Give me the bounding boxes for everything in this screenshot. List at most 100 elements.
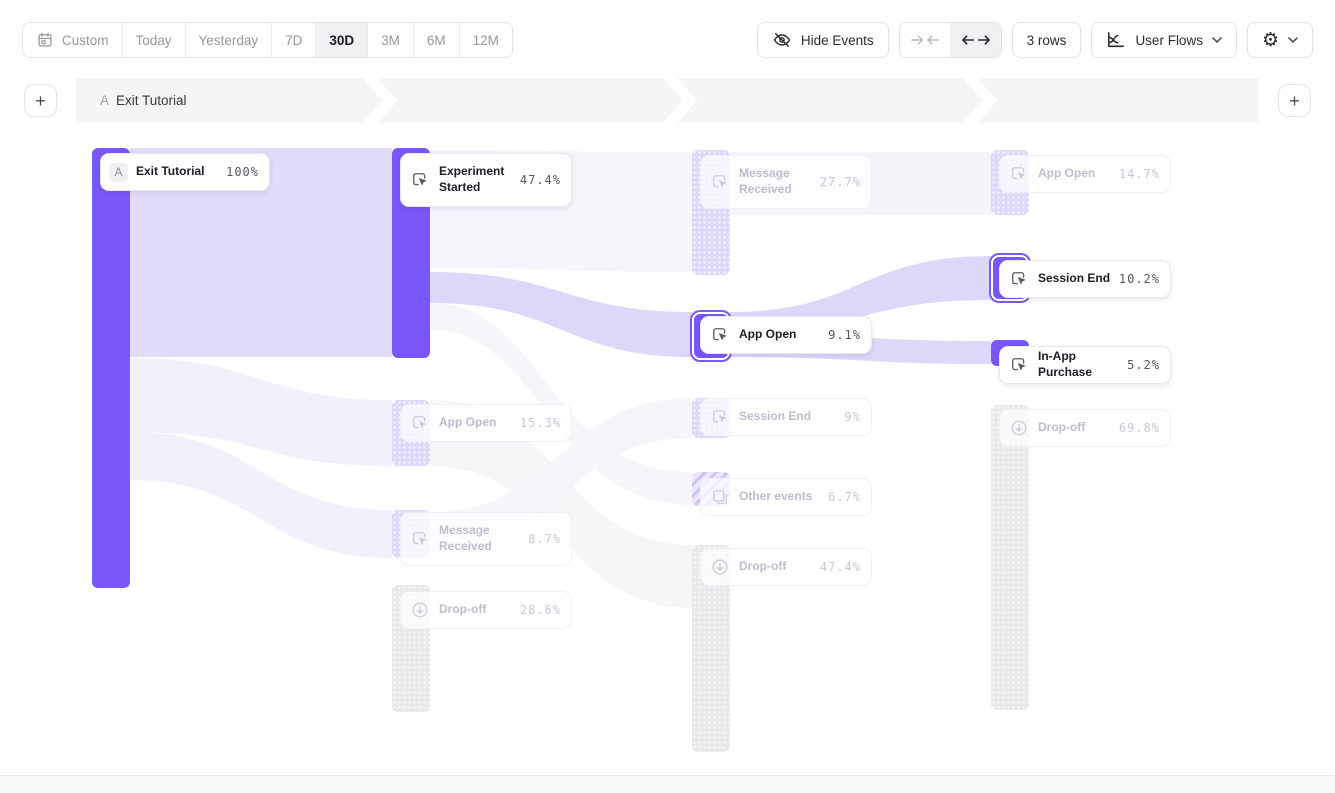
date-preset-6m[interactable]: 6M [414,23,460,57]
node-card-other-events-col3[interactable]: Other events 6.7% [700,478,872,516]
calendar-icon [36,31,54,49]
date-preset-label: Yesterday [199,33,259,48]
node-label: Experiment Started [439,164,512,195]
arrows-outward-icon [961,33,991,47]
node-label: Other events [739,489,820,505]
drop-off-icon [409,599,431,621]
footer-bar [0,775,1335,793]
node-percentage: 100% [226,165,259,179]
event-icon [709,171,731,193]
node-label: Session End [1038,271,1111,287]
date-preset-label: 7D [285,33,302,48]
chevron-down-icon [1212,37,1222,43]
node-label: Drop-off [739,559,812,575]
event-icon [409,412,431,434]
date-range-picker: Custom Today Yesterday 7D 30D 3M 6M 12M [22,22,513,58]
node-card-message-received-col3[interactable]: Message Received27.7% [700,155,872,209]
step-prefix: A [100,93,109,108]
node-percentage: 27.7% [820,175,861,189]
node-card-app-open-col4[interactable]: App Open 14.7% [999,155,1171,193]
toolbar: Custom Today Yesterday 7D 30D 3M 6M 12M Hide Ev… [22,22,1313,58]
event-icon [1008,163,1030,185]
add-step-left-button[interactable]: + [24,84,57,117]
event-icon [409,528,431,550]
node-card-drop-off-col4[interactable]: Drop-off 69.8% [999,409,1171,447]
flow-experiment-started-to-app-open[interactable] [430,272,692,357]
hide-events-button[interactable]: Hide Events [757,22,889,58]
add-step-right-button[interactable]: + [1278,84,1311,117]
node-label: App Open [439,415,512,431]
node-percentage: 8.7% [528,532,561,546]
node-label: Exit Tutorial [136,164,218,180]
collapse-columns-button[interactable] [900,23,951,57]
settings-button[interactable]: ⚙ [1247,22,1313,58]
toolbar-right: Hide Events [757,22,1313,58]
step-a-badge: A [109,163,128,182]
date-preset-label: Today [136,33,172,48]
expand-columns-button[interactable] [951,23,1001,57]
event-icon [1008,268,1030,290]
node-label: App Open [739,327,820,343]
date-preset-yesterday[interactable]: Yesterday [186,23,273,57]
node-percentage: 47.4% [820,560,861,574]
flow-step-separator-icon [362,78,402,123]
drop-off-icon [1008,417,1030,439]
node-card-session-end-col4[interactable]: Session End10.2% [999,260,1171,298]
node-bar-exit-tutorial-col1[interactable] [92,148,130,588]
date-preset-12m[interactable]: 12M [460,23,512,57]
rows-label: 3 rows [1027,33,1067,48]
date-preset-label: 6M [427,33,446,48]
node-label: Session End [739,409,837,425]
node-percentage: 69.8% [1119,421,1160,435]
date-preset-custom[interactable]: Custom [23,23,123,57]
node-card-drop-off-col3[interactable]: Drop-off 47.4% [700,548,872,586]
node-percentage: 14.7% [1119,167,1160,181]
view-selector-button[interactable]: User Flows [1091,22,1237,58]
node-label: App Open [1038,166,1111,182]
user-flows-app: A Exit Tutorial 100% Experiment Started 47.4… [0,0,1335,793]
node-card-app-open-col2[interactable]: App Open15.3% [400,404,572,442]
node-card-message-received-col2[interactable]: Message Received8.7% [400,512,572,566]
gear-icon: ⚙ [1262,31,1279,50]
hide-events-label: Hide Events [801,33,874,48]
flow-step-a-label: A Exit Tutorial [100,78,187,123]
step-name: Exit Tutorial [116,93,187,108]
event-icon [709,324,731,346]
flow-step-header: + A Exit Tutorial + [0,78,1335,123]
node-label: Drop-off [1038,420,1111,436]
date-preset-3m[interactable]: 3M [368,23,414,57]
date-preset-label: 3M [381,33,400,48]
flow-steps-band: A Exit Tutorial [76,78,1259,123]
node-label: Drop-off [439,602,512,618]
node-card-in-app-purchase-col4[interactable]: In-App Purchase 5.2% [999,346,1171,384]
layers-icon [709,486,731,508]
date-preset-30d[interactable]: 30D [316,23,368,57]
node-card-app-open-col3[interactable]: App Open9.1% [700,316,872,354]
node-card-drop-off-col2[interactable]: Drop-off28.6% [400,591,572,629]
node-card-session-end-col3[interactable]: Session End 9% [700,398,872,436]
column-spacing-toggle [899,22,1002,58]
node-bar-drop-off-col4[interactable] [991,405,1029,710]
date-preset-7d[interactable]: 7D [272,23,316,57]
flow-faint [130,432,392,558]
node-percentage: 5.2% [1127,358,1160,372]
flow-step-separator-icon [962,78,1002,123]
date-preset-label: 30D [329,33,354,48]
node-percentage: 9% [845,410,861,424]
chevron-down-icon [1288,37,1298,43]
node-percentage: 6.7% [828,490,861,504]
flow-step-separator-icon [662,78,702,123]
node-card-exit-tutorial-col1[interactable]: A Exit Tutorial 100% [100,153,270,191]
view-selector-label: User Flows [1135,33,1203,48]
node-percentage: 47.4% [520,173,561,187]
node-label: In-App Purchase [1038,349,1119,380]
date-preset-today[interactable]: Today [123,23,186,57]
rows-button[interactable]: 3 rows [1012,22,1082,58]
node-card-experiment-started-col2[interactable]: Experiment Started 47.4% [400,153,572,207]
event-icon [409,169,431,191]
date-preset-label: 12M [473,33,499,48]
eye-off-icon [772,30,792,50]
arrows-inward-icon [910,33,940,47]
drop-off-icon [709,556,731,578]
flow-chart-icon [1106,31,1126,49]
